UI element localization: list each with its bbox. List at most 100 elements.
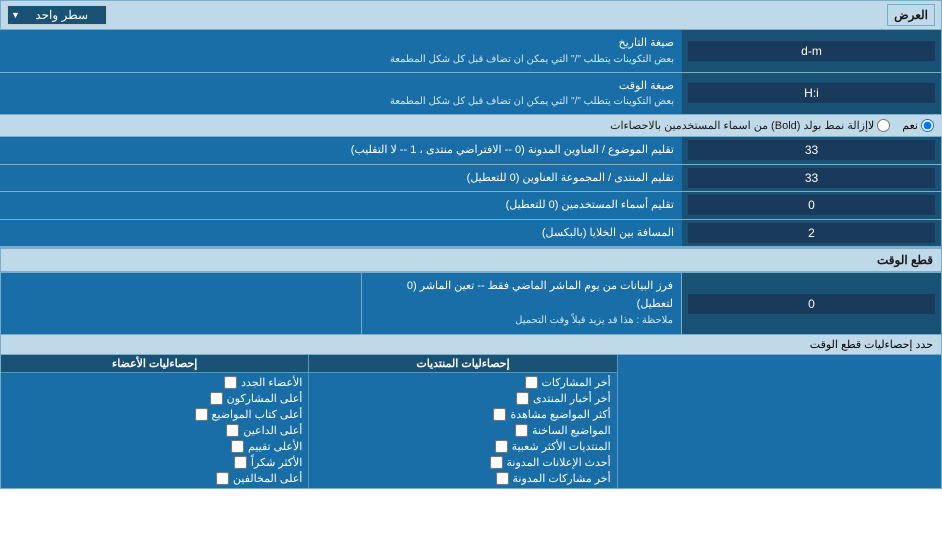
checkboxes-area: حدد إحصاءليات قطع الوقت إحصاءليات المنتد… [0,335,942,489]
member-cb-2-input[interactable] [210,392,223,405]
member-cb-5-input[interactable] [231,440,244,453]
view-select[interactable]: سطر واحد سطرين ثلاثة أسطر [7,5,107,25]
cell-spacing-label-text: المسافة بين الخلايا (بالبكسل) [8,225,674,242]
member-cb-3[interactable]: أعلى كتاب المواضيع [7,408,302,421]
user-names-input[interactable] [688,195,935,215]
user-names-row: تقليم أسماء المستخدمين (0 للتعطيل) [0,192,942,220]
forum-cb-4-label: المواضيع الساخنة [532,424,611,437]
cell-spacing-input-cell [682,220,942,247]
topic-titles-label-text: تقليم الموضوع / العناوين المدونة (0 -- ا… [8,142,674,159]
forum-cb-2-input[interactable] [516,392,529,405]
date-format-input[interactable] [688,41,935,61]
cutoff-section-header: قطع الوقت [0,247,942,272]
cutoff-note-label: ملاحظة : هذا قد يزيد قبلاً وقت التحميل [515,313,673,329]
member-cb-6-label: الأكثر شكراً [251,456,302,469]
forum-cb-2[interactable]: أخر أخبار المنتدى [315,392,610,405]
forum-cb-2-label: أخر أخبار المنتدى [533,392,611,405]
forum-titles-input-cell [682,165,942,192]
bold-radio-no[interactable] [877,119,890,132]
member-cb-2[interactable]: أعلى المشاركون [7,392,302,405]
forum-cb-7-input[interactable] [496,472,509,485]
stats-apply-label [618,355,941,488]
members-column: إحصاءليات الأعضاء الأعضاء الجدد أعلى الم… [1,355,309,488]
date-format-sub-label: بعض التكوينات يتطلب "/" التي يمكن ان تضا… [8,52,674,67]
member-cb-6-input[interactable] [234,456,247,469]
member-cb-3-input[interactable] [195,408,208,421]
member-cb-7-label: أعلى المخالفين [233,472,302,485]
forum-cb-6-label: أحدث الإعلانات المدونة [507,456,611,469]
forum-cb-7-label: أخر مشاركات المدونة [513,472,611,485]
view-select-wrapper[interactable]: سطر واحد سطرين ثلاثة أسطر [7,5,107,25]
user-names-label-text: تقليم أسماء المستخدمين (0 للتعطيل) [8,197,674,214]
member-cb-4[interactable]: أعلى الداعين [7,424,302,437]
forum-titles-row: تقليم المنتدى / المجموعة العناوين (0 للت… [0,165,942,193]
bold-radio-no-text: لا [868,119,874,132]
forum-cb-6-input[interactable] [490,456,503,469]
forum-cb-7[interactable]: أخر مشاركات المدونة [315,472,610,485]
topic-titles-label: تقليم الموضوع / العناوين المدونة (0 -- ا… [0,137,682,164]
forums-column: إحصاءليات المنتديات أخر المشاركات أخر أخ… [309,355,617,488]
forum-cb-1[interactable]: أخر المشاركات [315,376,610,389]
page-wrapper: العرض سطر واحد سطرين ثلاثة أسطر صيغة الت… [0,0,942,489]
forum-cb-3-input[interactable] [493,408,506,421]
members-col-title: إحصاءليات الأعضاء [1,355,308,373]
time-format-label: صيغة الوقت بعض التكوينات يتطلب "/" التي … [0,73,682,115]
bold-radio-yes[interactable] [921,119,934,132]
checkbox-columns-wrapper: إحصاءليات المنتديات أخر المشاركات أخر أخ… [1,355,941,488]
time-format-input-cell [682,73,942,115]
topic-titles-input[interactable] [688,140,935,160]
forums-col-title: إحصاءليات المنتديات [309,355,616,373]
cell-spacing-label: المسافة بين الخلايا (بالبكسل) [0,220,682,247]
member-cb-4-label: أعلى الداعين [243,424,302,437]
page-title: العرض [887,4,935,26]
forum-cb-5[interactable]: المنتديات الأكثر شعبية [315,440,610,453]
checkboxes-header: حدد إحصاءليات قطع الوقت [1,335,941,355]
member-cb-1-label: الأعضاء الجدد [241,376,302,389]
time-format-input[interactable] [688,83,935,103]
time-format-row: صيغة الوقت بعض التكوينات يتطلب "/" التي … [0,73,942,116]
forum-titles-input[interactable] [688,168,935,188]
member-cb-7[interactable]: أعلى المخالفين [7,472,302,485]
forum-cb-4[interactable]: المواضيع الساخنة [315,424,610,437]
member-cb-1-input[interactable] [224,376,237,389]
cutoff-row: فرز البيانات من يوم الماشر الماضي فقط --… [0,272,942,335]
member-cb-4-input[interactable] [226,424,239,437]
member-cb-5-label: الأعلى تقييم [248,440,302,453]
time-format-main-label: صيغة الوقت [8,78,674,95]
forum-titles-label-text: تقليم المنتدى / المجموعة العناوين (0 للت… [8,170,674,187]
forum-cb-5-input[interactable] [495,440,508,453]
forum-cb-1-input[interactable] [525,376,538,389]
bold-remove-row: نعم لا إزالة نمط بولد (Bold) من اسماء ال… [0,115,942,137]
cutoff-input-cell [681,273,941,334]
forum-cb-5-label: المنتديات الأكثر شعبية [512,440,611,453]
forums-col-items: أخر المشاركات أخر أخبار المنتدى أكثر الم… [309,373,616,488]
member-cb-7-input[interactable] [216,472,229,485]
user-names-input-cell [682,192,942,219]
date-format-input-cell [682,30,942,72]
forum-cb-4-input[interactable] [515,424,528,437]
member-cb-6[interactable]: الأكثر شكراً [7,456,302,469]
cell-spacing-input[interactable] [688,223,935,243]
cutoff-input[interactable] [688,294,935,314]
date-format-main-label: صيغة التاريخ [8,35,674,52]
members-col-items: الأعضاء الجدد أعلى المشاركون أعلى كتاب ا… [1,373,308,488]
forum-cb-3[interactable]: أكثر المواضيع مشاهدة [315,408,610,421]
date-format-row: صيغة التاريخ بعض التكوينات يتطلب "/" الت… [0,30,942,73]
bold-radio-yes-label[interactable]: نعم [902,119,934,132]
cell-spacing-row: المسافة بين الخلايا (بالبكسل) [0,220,942,248]
member-cb-1[interactable]: الأعضاء الجدد [7,376,302,389]
bold-radio-group: نعم لا [868,119,934,132]
member-cb-5[interactable]: الأعلى تقييم [7,440,302,453]
member-cb-3-label: أعلى كتاب المواضيع [212,408,303,421]
forum-cb-6[interactable]: أحدث الإعلانات المدونة [315,456,610,469]
forum-titles-label: تقليم المنتدى / المجموعة العناوين (0 للت… [0,165,682,192]
cutoff-main-label: فرز البيانات من يوم الماشر الماضي فقط --… [370,278,673,313]
date-format-label: صيغة التاريخ بعض التكوينات يتطلب "/" الت… [0,30,682,72]
cutoff-section-title: قطع الوقت [877,253,933,267]
forum-cb-1-label: أخر المشاركات [542,376,611,389]
header-row: العرض سطر واحد سطرين ثلاثة أسطر [0,0,942,30]
topic-titles-input-cell [682,137,942,164]
bold-radio-no-label[interactable]: لا [868,119,890,132]
bold-remove-label: إزالة نمط بولد (Bold) من اسماء المستخدمي… [8,119,868,132]
cutoff-stats-label: حدد إحصاءليات قطع الوقت [9,338,933,351]
